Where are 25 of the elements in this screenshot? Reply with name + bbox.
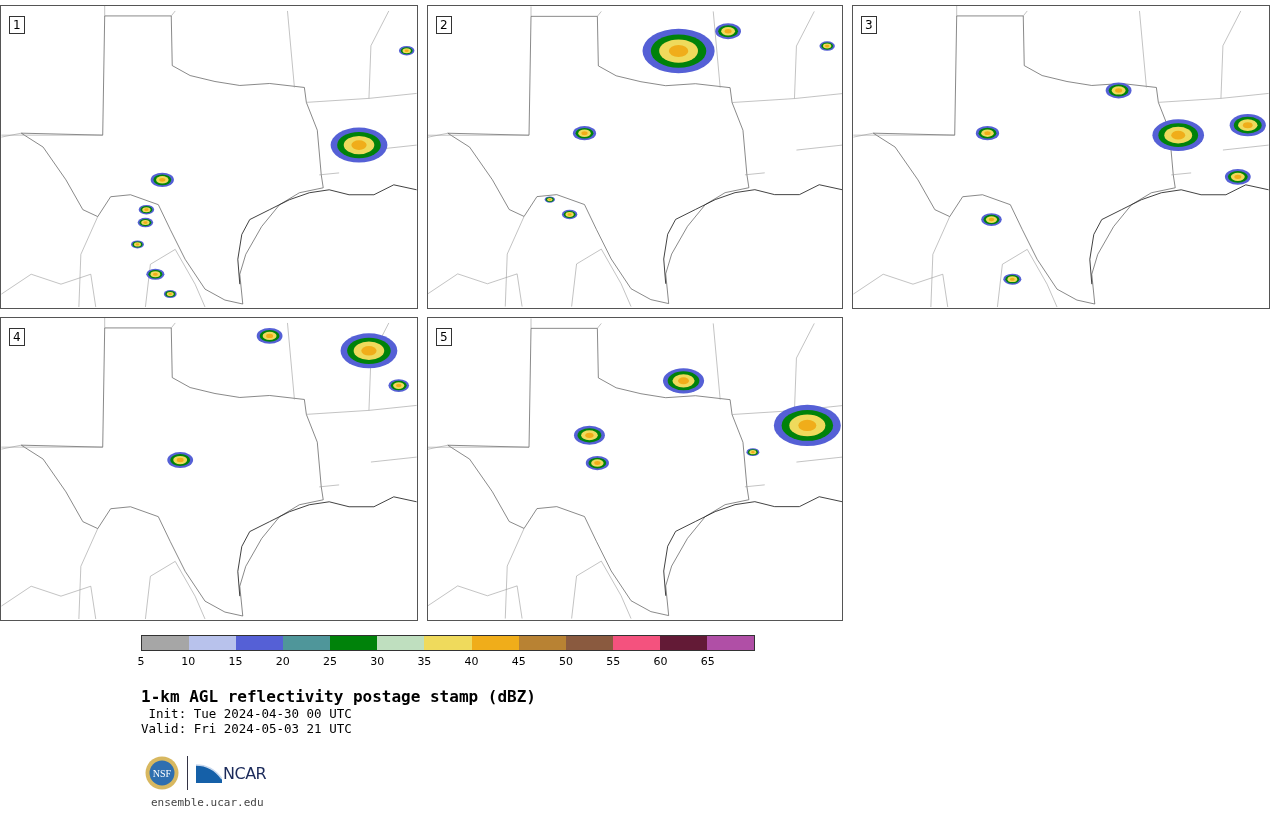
nsf-logo: NSF (145, 756, 179, 790)
ncar-logo-text: NCAR (223, 763, 267, 783)
site-url: ensemble.ucar.edu (151, 796, 265, 809)
tick-label: 25 (322, 655, 337, 668)
panel-number: 5 (436, 328, 452, 346)
tick-label: 55 (606, 655, 621, 668)
chart-title: 1-km AGL reflectivity postage stamp (dBZ) (141, 687, 537, 706)
tick-label: 20 (275, 655, 290, 668)
panel-number: 3 (861, 16, 877, 34)
tick-label: 40 (464, 655, 479, 668)
ncar-swoosh-icon (196, 763, 222, 783)
tick-label: 30 (370, 655, 385, 668)
valid-time: Valid: Fri 2024-05-03 21 UTC (141, 721, 353, 736)
panel-number: 1 (9, 16, 25, 34)
tick-label: 45 (511, 655, 526, 668)
tick-label: 10 (181, 655, 196, 668)
tick-label: 15 (228, 655, 243, 668)
tick-label: 5 (137, 655, 145, 668)
init-time: Init: Tue 2024-04-30 00 UTC (147, 706, 353, 721)
tick-label: 65 (700, 655, 715, 668)
tick-label: 50 (559, 655, 574, 668)
panel-number: 2 (436, 16, 452, 34)
panel-number: 4 (9, 328, 25, 346)
tick-label: 60 (653, 655, 668, 668)
tick-label: 35 (417, 655, 432, 668)
